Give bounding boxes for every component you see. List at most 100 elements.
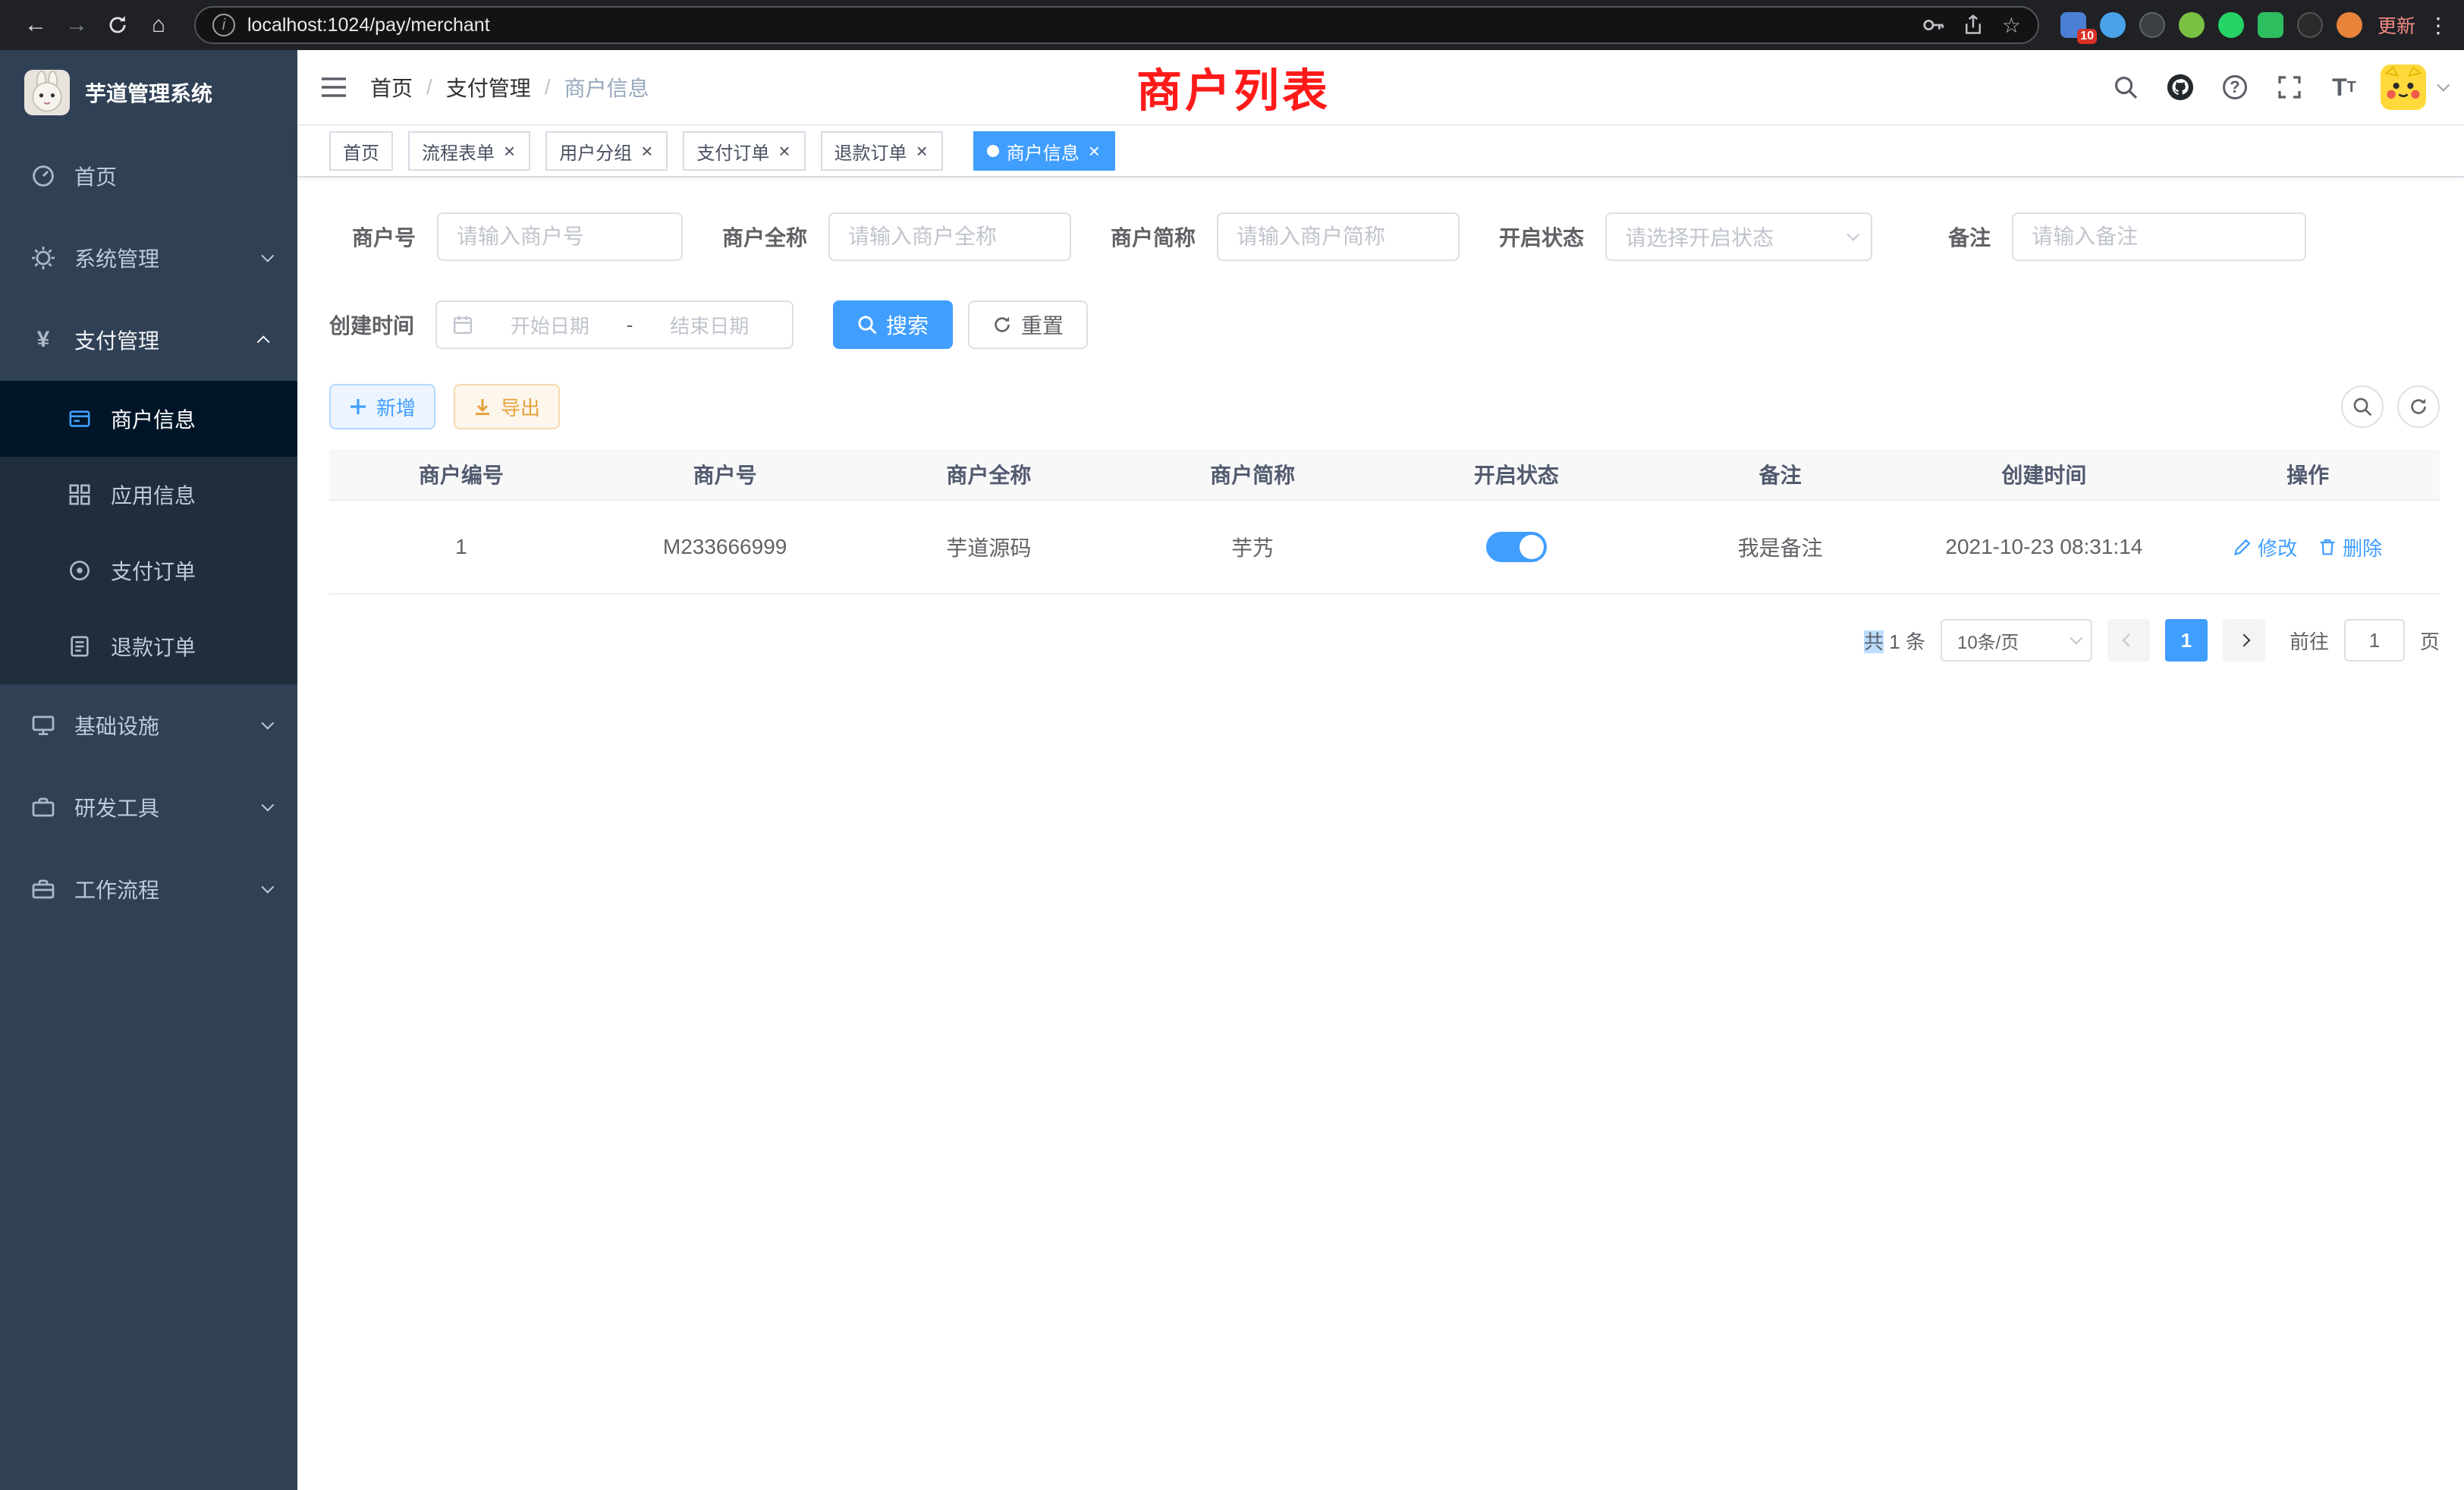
filter-merchant-no: 商户号 [352, 212, 683, 261]
trash-icon [2318, 538, 2337, 556]
calendar-icon [452, 314, 473, 335]
gear-icon [30, 246, 56, 270]
password-key-icon[interactable] [1922, 14, 1944, 36]
extension-icon[interactable] [2297, 12, 2323, 38]
sidebar-item-system[interactable]: 系统管理 [0, 217, 297, 299]
plus-icon [349, 398, 367, 416]
goto-page-input[interactable] [2344, 619, 2405, 662]
sidebar-item-label: 研发工具 [74, 792, 243, 822]
extension-icon[interactable] [2139, 12, 2165, 38]
sidebar-item-payment[interactable]: ¥ 支付管理 [0, 299, 297, 381]
github-icon[interactable] [2162, 68, 2198, 107]
total-highlight: 共 [1864, 630, 1884, 653]
select-placeholder: 请选择开启状态 [1625, 222, 1837, 252]
reload-icon[interactable] [97, 5, 138, 46]
edit-link[interactable]: 修改 [2233, 533, 2297, 561]
monitor-icon [30, 713, 56, 737]
close-icon[interactable]: × [502, 141, 517, 161]
app-logo[interactable]: 芋道管理系统 [0, 50, 297, 135]
forward-icon[interactable]: → [56, 5, 97, 46]
sidebar-item-label: 退款订单 [111, 631, 196, 662]
column-header: 商户简称 [1120, 459, 1384, 489]
site-info-icon[interactable]: i [212, 14, 235, 36]
tab-merchant-info[interactable]: 商户信息 × [973, 131, 1115, 171]
browser-menu-icon[interactable]: ⋮ [2428, 13, 2449, 38]
reset-button[interactable]: 重置 [968, 300, 1088, 349]
status-select[interactable]: 请选择开启状态 [1605, 212, 1872, 261]
sidebar-item-label: 工作流程 [74, 874, 243, 904]
short-name-input[interactable] [1217, 212, 1460, 261]
create-time-range-picker[interactable]: 开始日期 - 结束日期 [435, 300, 794, 349]
sidebar-item-refund-order[interactable]: 退款订单 [0, 608, 297, 684]
avatar-pikachu-icon [2381, 64, 2426, 110]
fullscreen-icon[interactable] [2271, 68, 2308, 107]
sidebar-item-pay-order[interactable]: 支付订单 [0, 533, 297, 608]
start-date-placeholder[interactable]: 开始日期 [482, 311, 618, 339]
export-button[interactable]: 导出 [454, 384, 560, 429]
profile-avatar-icon[interactable] [2337, 12, 2362, 38]
sidebar-item-infra[interactable]: 基础设施 [0, 684, 297, 766]
merchant-no-input[interactable] [437, 212, 683, 261]
back-icon[interactable]: ← [15, 5, 56, 46]
extensions-cluster: 10 [2060, 12, 2362, 38]
sidebar-item-app-info[interactable]: 应用信息 [0, 457, 297, 533]
user-avatar[interactable] [2381, 64, 2446, 110]
page-size-select[interactable]: 10条/页 [1941, 619, 2092, 662]
delete-link[interactable]: 删除 [2318, 533, 2382, 561]
full-name-input[interactable] [828, 212, 1071, 261]
close-icon[interactable]: × [915, 141, 929, 161]
toggle-search-button[interactable] [2341, 385, 2384, 428]
filter-status: 开启状态 请选择开启状态 [1499, 212, 1872, 261]
edit-label: 修改 [2258, 533, 2297, 561]
search-button[interactable]: 搜索 [833, 300, 953, 349]
tab-home[interactable]: 首页 [329, 131, 393, 171]
sidebar-item-home[interactable]: 首页 [0, 135, 297, 217]
sidebar-item-label: 支付管理 [74, 325, 243, 355]
prev-page-button[interactable] [2107, 619, 2150, 662]
column-header: 商户号 [593, 459, 857, 489]
breadcrumb-home[interactable]: 首页 [370, 72, 413, 102]
export-button-label: 导出 [501, 393, 540, 421]
chrome-update-button[interactable]: 更新 [2378, 11, 2415, 39]
sidebar-item-merchant-info[interactable]: 商户信息 [0, 381, 297, 457]
tab-user-group[interactable]: 用户分组 × [545, 131, 668, 171]
breadcrumb-payment[interactable]: 支付管理 [446, 72, 531, 102]
extension-icon[interactable] [2179, 12, 2205, 38]
extension-icon[interactable] [2100, 12, 2126, 38]
browser-toolbar: ← → ⌂ i localhost:1024/pay/merchant ☆ 10… [0, 0, 2464, 50]
close-icon[interactable]: × [640, 141, 654, 161]
tab-pay-order[interactable]: 支付订单 × [683, 131, 805, 171]
address-bar[interactable]: i localhost:1024/pay/merchant ☆ [194, 6, 2039, 44]
bookmark-star-icon[interactable]: ☆ [2002, 13, 2021, 38]
extension-icon[interactable]: 10 [2060, 12, 2086, 38]
tab-process-form[interactable]: 流程表单 × [408, 131, 530, 171]
next-page-button[interactable] [2223, 619, 2265, 662]
tags-view: 首页 流程表单 × 用户分组 × 支付订单 × 退款订单 × 商户信息 × [297, 126, 2464, 178]
share-icon[interactable] [1963, 14, 1984, 36]
column-header: 操作 [2176, 459, 2440, 489]
url-text[interactable]: localhost:1024/pay/merchant [247, 14, 490, 36]
refresh-table-button[interactable] [2397, 385, 2440, 428]
close-icon[interactable]: × [777, 141, 791, 161]
cell-remark: 我是备注 [1648, 532, 1912, 562]
help-icon[interactable]: ? [2217, 68, 2253, 107]
home-icon[interactable]: ⌂ [138, 5, 179, 46]
sidebar-fold-icon[interactable] [297, 76, 370, 99]
breadcrumb: 首页 / 支付管理 / 商户信息 [370, 72, 649, 102]
add-button[interactable]: 新增 [329, 384, 435, 429]
end-date-placeholder[interactable]: 结束日期 [642, 311, 777, 339]
remark-input[interactable] [2012, 212, 2306, 261]
font-size-icon[interactable]: TT [2326, 68, 2362, 107]
status-toggle[interactable] [1486, 532, 1547, 562]
extension-icon[interactable] [2258, 12, 2283, 38]
sidebar-item-dev-tools[interactable]: 研发工具 [0, 766, 297, 848]
extension-icon[interactable] [2218, 12, 2244, 38]
sidebar-item-workflow[interactable]: 工作流程 [0, 848, 297, 930]
pagination: 共 1 条 10条/页 1 前往 页 [329, 619, 2440, 662]
page-number-button[interactable]: 1 [2165, 619, 2208, 662]
cell-create-time: 2021-10-23 08:31:14 [1912, 535, 2176, 559]
search-icon[interactable] [2107, 68, 2144, 107]
close-icon[interactable]: × [1087, 141, 1102, 161]
tab-refund-order[interactable]: 退款订单 × [821, 131, 943, 171]
sidebar-item-label: 支付订单 [111, 555, 196, 586]
